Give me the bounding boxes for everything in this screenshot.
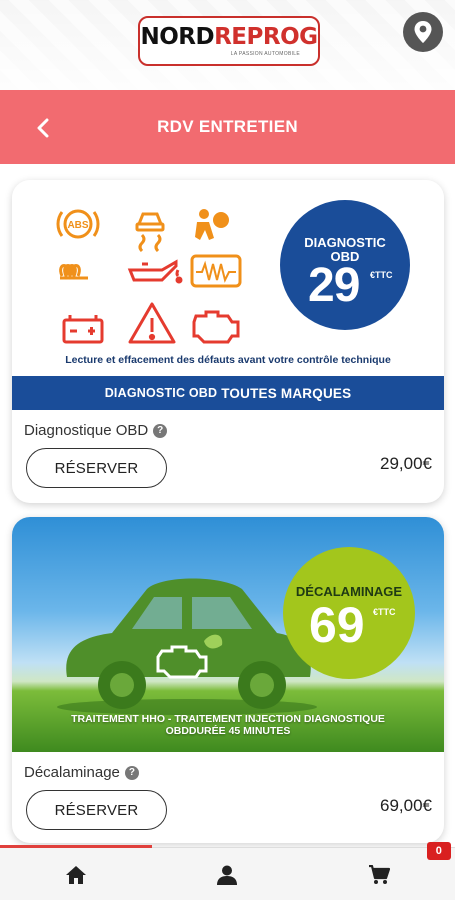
badge-price-unit: €TTC: [373, 607, 396, 617]
badge-price-unit: €TTC: [370, 270, 393, 280]
svg-text:ABS: ABS: [67, 220, 88, 231]
general-warning-icon: [128, 302, 176, 344]
product-name: Décalaminage: [24, 764, 120, 781]
brand-bar: NORDREPROG La passion automobile: [0, 0, 455, 90]
eco-car-illustration: [57, 578, 317, 715]
diagnostic-obd-banner: ABS DIAGNOSTIC OBD 29 €TTC Lecture et ef…: [12, 180, 444, 410]
product-name: Diagnostique OBD: [24, 422, 149, 439]
cart-count-badge: 0: [426, 842, 451, 860]
help-icon[interactable]: ?: [124, 765, 139, 780]
nordreprog-logo: NORDREPROG La passion automobile: [138, 16, 320, 66]
banner-caption: Lecture et effacement des défauts avant …: [65, 354, 391, 366]
caption-line1: TRAITEMENT HHO - TRAITEMENT INJECTION DI…: [71, 713, 385, 725]
cart-icon: [368, 864, 390, 884]
page-header: RDV ENTRETIEN: [0, 90, 455, 164]
logo-reprog-text: REPROG: [214, 23, 318, 50]
traction-control-icon: [135, 212, 165, 253]
bottom-navigation: 0: [0, 842, 455, 900]
user-icon: [217, 865, 238, 885]
badge-title-line1: DIAGNOSTIC: [304, 235, 386, 250]
help-icon[interactable]: ?: [153, 423, 168, 438]
nav-account[interactable]: [152, 848, 304, 900]
product-price: 69,00€: [380, 796, 432, 815]
airbag-icon: [195, 209, 229, 240]
badge-price: 29: [308, 259, 360, 312]
back-button[interactable]: [30, 115, 56, 141]
oil-pressure-icon: [127, 259, 183, 284]
product-price: 29,00€: [380, 454, 432, 473]
decalaminage-price-badge: DÉCALAMINAGE 69 €TTC: [283, 547, 415, 679]
page-title: RDV ENTRETIEN: [157, 117, 298, 136]
banner-caption: TRAITEMENT HHO - TRAITEMENT INJECTION DI…: [12, 713, 444, 737]
strip-big-text: TOUTES MARQUES: [221, 385, 352, 401]
map-pin-icon: [414, 21, 432, 43]
product-card-diagnostic-obd: ABS DIAGNOSTIC OBD 29 €TTC Lecture et ef…: [12, 180, 444, 503]
nav-home[interactable]: [0, 848, 152, 900]
caption-line2: OBDDURÉE 45 MINUTES: [165, 725, 291, 737]
reserve-button[interactable]: RÉSERVER: [26, 790, 167, 830]
diagnostic-price-badge: DIAGNOSTIC OBD 29 €TTC: [280, 200, 410, 330]
engine-icon: [192, 310, 240, 344]
product-card-decalaminage: DÉCALAMINAGE 69 €TTC TRAITEMENT HHO - TR…: [12, 517, 444, 843]
check-engine-signal-icon: [190, 254, 242, 288]
chevron-left-icon: [37, 118, 49, 138]
product-details: Décalaminage ? RÉSERVER 69,00€: [12, 752, 444, 830]
logo-nord-text: NORD: [140, 23, 215, 50]
banner-strip: DIAGNOSTIC OBD TOUTES MARQUES: [12, 376, 444, 410]
glow-plug-icon: [59, 264, 88, 280]
strip-small-text: DIAGNOSTIC OBD: [104, 386, 218, 400]
logo-tagline: La passion automobile: [230, 50, 300, 57]
badge-price: 69: [309, 597, 365, 653]
reserve-button[interactable]: RÉSERVER: [26, 448, 167, 488]
location-button[interactable]: [403, 12, 443, 52]
battery-warning-icon: [62, 315, 104, 344]
nav-cart[interactable]: 0: [303, 842, 455, 900]
abs-warning-icon: ABS: [56, 209, 100, 239]
dashboard-warning-icons: ABS: [56, 209, 242, 344]
decalaminage-banner: DÉCALAMINAGE 69 €TTC TRAITEMENT HHO - TR…: [12, 517, 444, 752]
home-icon: [65, 865, 86, 884]
product-details: Diagnostique OBD ? RÉSERVER 29,00€: [12, 410, 444, 488]
